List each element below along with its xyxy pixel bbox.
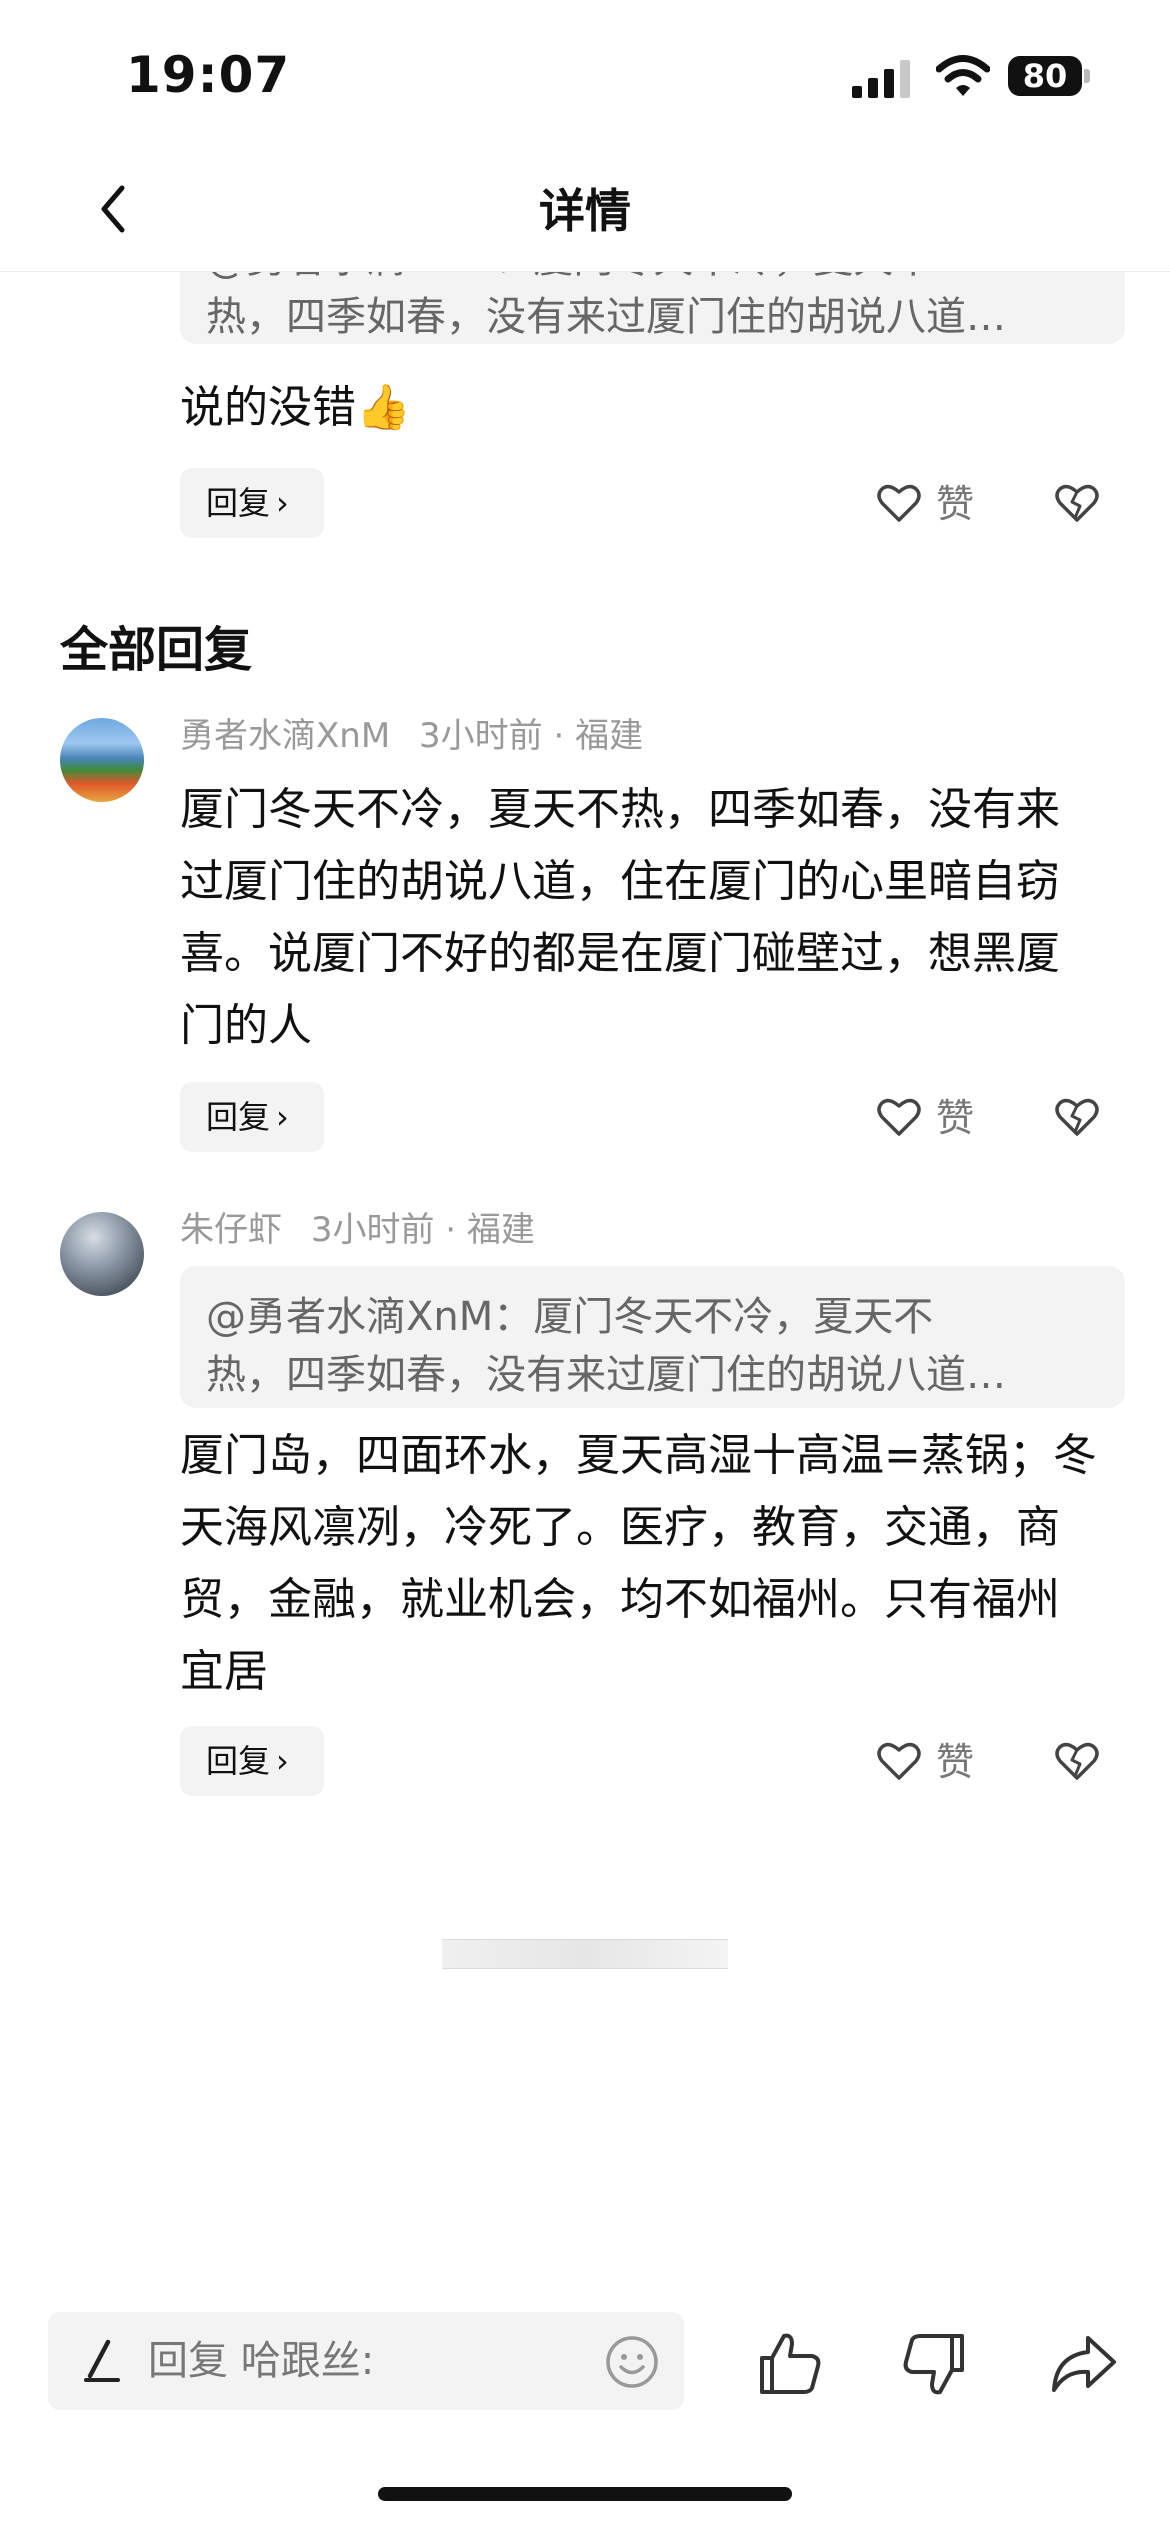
pen-icon	[84, 2339, 120, 2382]
like-label: 赞	[936, 482, 975, 526]
chevron-right-icon: ›	[276, 1742, 289, 1780]
comment-location: 福建	[466, 1210, 535, 1250]
chevron-right-icon: ›	[276, 484, 289, 522]
reply-input[interactable]: 回复 哈跟丝:	[48, 2312, 684, 2410]
avatar[interactable]	[60, 1212, 144, 1296]
like-label: 赞	[936, 1096, 975, 1140]
reply-label: 回复	[206, 1098, 271, 1136]
reply-button[interactable]: 回复 ›	[180, 1726, 324, 1796]
chevron-right-icon: ›	[276, 1098, 289, 1136]
home-indicator[interactable]	[378, 2487, 792, 2501]
avatar[interactable]	[60, 718, 144, 802]
author-name[interactable]: 勇者水滴XnM	[180, 716, 390, 756]
like-button[interactable]: 赞	[876, 1730, 996, 1794]
thumbs-down-icon[interactable]	[898, 2328, 970, 2400]
emoji-icon[interactable]	[604, 2334, 660, 2390]
comment-text: 说的没错👍	[180, 382, 411, 433]
quote-line: 热，四季如春，没有来过厦门住的胡说八道…	[206, 1352, 1006, 1398]
heart-icon	[877, 1098, 921, 1136]
dislike-button[interactable]	[1054, 1730, 1102, 1794]
meta-separator: ·	[445, 1210, 467, 1250]
dislike-button[interactable]	[1054, 472, 1102, 536]
comment-meta: 朱仔虾 3小时前 · 福建	[180, 1208, 535, 1252]
like-label: 赞	[936, 1740, 975, 1784]
comment-meta: 勇者水滴XnM 3小时前 · 福建	[180, 714, 643, 758]
comment-text: 厦门冬天不冷，夏天不热，四季如春，没有来过厦门住的胡说八道，住在厦门的心里暗自窃…	[180, 784, 1060, 1051]
loading-placeholder	[442, 1939, 728, 1969]
share-icon[interactable]	[1048, 2328, 1120, 2400]
reply-input-placeholder: 回复 哈跟丝:	[148, 2338, 375, 2384]
reply-button[interactable]: 回复 ›	[180, 468, 324, 538]
author-name[interactable]: 朱仔虾	[180, 1210, 282, 1250]
battery-icon: 80	[1008, 56, 1090, 96]
thumbs-up-icon[interactable]	[754, 2328, 826, 2400]
comment-detail-content[interactable]: @勇者水滴XnM：厦门冬天不冷，夏天不 热，四季如春，没有来过厦门住的胡说八道……	[0, 272, 1170, 2302]
comment-time: 3小时前	[310, 1210, 435, 1250]
quoted-comment: @勇者水滴XnM：厦门冬天不冷，夏天不 热，四季如春，没有来过厦门住的胡说八道…	[180, 272, 1125, 344]
comment-time: 3小时前	[419, 716, 543, 756]
battery-level: 80	[1022, 57, 1068, 95]
nav-bar: 详情	[0, 150, 1170, 272]
meta-separator: ·	[553, 716, 576, 756]
quote-line: @勇者水滴XnM：厦门冬天不冷，夏天不	[206, 1294, 934, 1340]
reply-label: 回复	[206, 484, 271, 522]
quote-line: @勇者水滴XnM：厦门冬天不冷，夏天不	[206, 272, 1099, 288]
quoted-comment: @勇者水滴XnM：厦门冬天不冷，夏天不 热，四季如春，没有来过厦门住的胡说八道…	[180, 1266, 1125, 1408]
comment-text: 厦门岛，四面环水，夏天高湿十高温=蒸锅；冬天海风凛冽，冷死了。医疗，教育，交通，…	[180, 1430, 1097, 1697]
reply-label: 回复	[206, 1742, 271, 1780]
reply-button[interactable]: 回复 ›	[180, 1082, 324, 1152]
broken-heart-icon	[1055, 1098, 1099, 1136]
like-button[interactable]: 赞	[876, 1086, 996, 1150]
wifi-icon	[936, 55, 990, 96]
status-bar: 19:07 80	[0, 0, 1170, 150]
page-title: 详情	[539, 184, 631, 238]
comment-location: 福建	[575, 716, 644, 756]
broken-heart-icon	[1055, 1742, 1099, 1780]
section-title: 全部回复	[60, 622, 253, 678]
broken-heart-icon	[1055, 484, 1099, 522]
signal-icon	[852, 60, 910, 98]
status-time: 19:07	[126, 46, 291, 104]
dislike-button[interactable]	[1054, 1086, 1102, 1150]
chevron-left-icon[interactable]	[84, 178, 146, 240]
heart-icon	[877, 484, 921, 522]
quote-line: 热，四季如春，没有来过厦门住的胡说八道…	[206, 294, 1006, 340]
heart-icon	[877, 1742, 921, 1780]
like-button[interactable]: 赞	[876, 472, 996, 536]
